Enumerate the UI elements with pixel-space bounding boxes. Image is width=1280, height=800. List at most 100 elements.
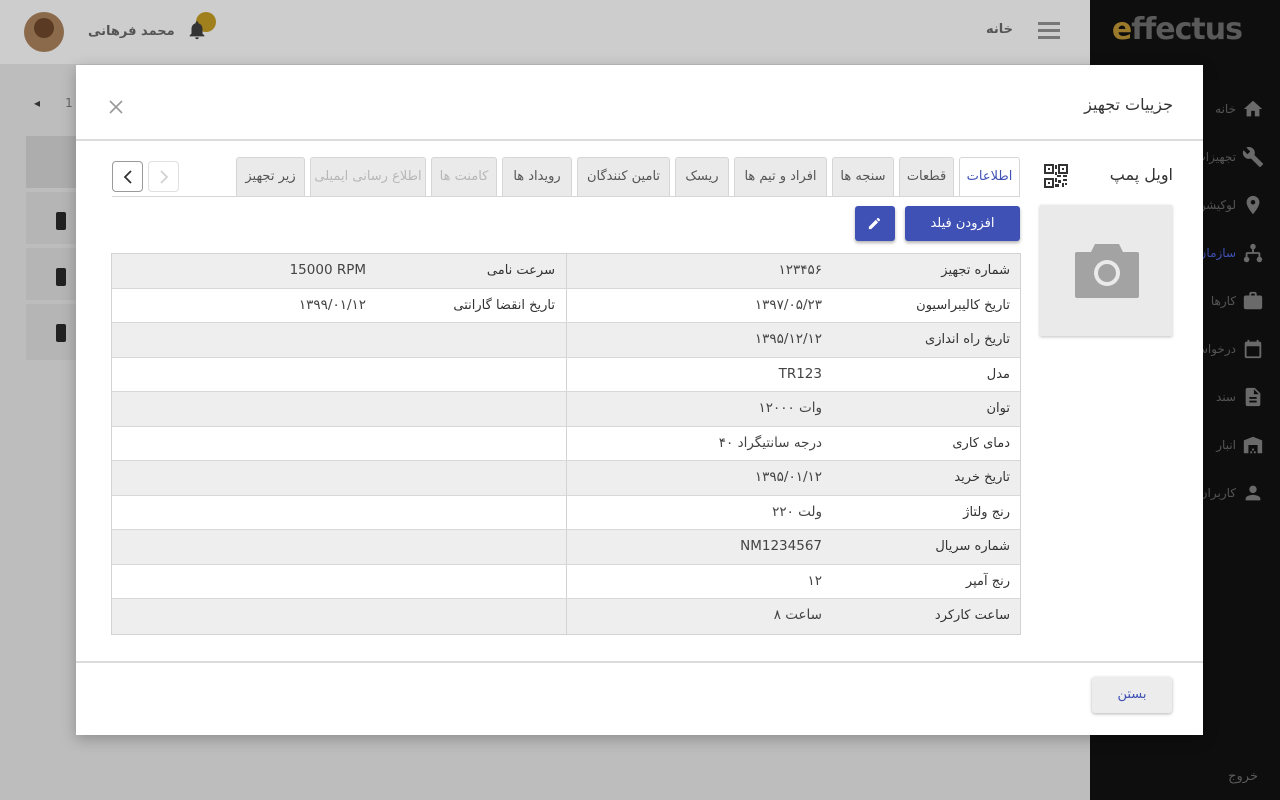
table-row: تاریخ خرید ۱۳۹۵/۰۱/۱۲ <box>112 461 1020 496</box>
sidebar-item-label[interactable]: خانه <box>1215 102 1236 116</box>
tab-parts[interactable]: قطعات <box>899 157 954 197</box>
sidebar-item-label[interactable]: انبار <box>1216 438 1236 452</box>
equipment-details-table: شماره تجهیز ۱۲۳۴۵۶ سرعت نامی 15000 RPM ت… <box>111 253 1021 635</box>
divider <box>76 139 1203 141</box>
sidebar-item-label[interactable]: کارها <box>1211 294 1236 308</box>
qr-code-icon[interactable] <box>1044 164 1068 188</box>
tabs-scroll-left-button[interactable] <box>112 161 143 192</box>
home-link[interactable]: خانه <box>986 22 1013 37</box>
column-divider <box>566 323 567 357</box>
column-divider <box>566 426 567 460</box>
bell-icon[interactable] <box>186 18 208 42</box>
divider <box>76 661 1203 663</box>
pencil-icon <box>868 217 881 230</box>
table-row: شماره تجهیز ۱۲۳۴۵۶ سرعت نامی 15000 RPM <box>112 254 1020 289</box>
table-row: رنج آمپر ۱۲ <box>112 564 1020 599</box>
pager-prev-button[interactable]: ◂ <box>26 92 48 114</box>
work-icon[interactable] <box>1242 290 1264 312</box>
field-value: NM1234567 <box>740 538 822 554</box>
warehouse-icon[interactable] <box>1242 434 1264 456</box>
tab-events[interactable]: رویداد ها <box>502 157 572 197</box>
field-label: رنج ولتاژ <box>963 504 1010 520</box>
tab-email-notifications: اطلاع رسانی ایمیلی <box>310 157 426 197</box>
tab-sub-equipment[interactable]: زیر تجهیز <box>236 157 305 197</box>
equipment-name: اویل پمپ <box>1109 165 1173 184</box>
field-value: ۱۲ <box>807 572 822 589</box>
table-row: دمای کاری ۴۰ درجه سانتیگراد <box>112 426 1020 461</box>
user-icon[interactable] <box>1242 482 1264 504</box>
field-value: ۱۲۰۰۰ وات <box>758 400 822 416</box>
column-divider <box>566 495 567 529</box>
avatar[interactable] <box>24 12 64 52</box>
table-row: رنج ولتاژ ۲۲۰ ولت <box>112 495 1020 530</box>
field-label: تاریخ انقضا گارانتی <box>453 297 555 313</box>
menu-icon[interactable] <box>1038 22 1060 40</box>
home-icon[interactable] <box>1242 98 1264 120</box>
table-row: ساعت کارکرد ۸ ساعت <box>112 599 1020 634</box>
phone-icon <box>56 212 66 230</box>
logout-link[interactable]: خروج <box>1228 769 1258 784</box>
sidebar-item-label[interactable]: کاربران <box>1199 486 1236 500</box>
field-label: شماره تجهیز <box>941 263 1010 278</box>
column-divider <box>566 530 567 564</box>
calendar-icon[interactable] <box>1242 338 1264 360</box>
column-divider <box>566 392 567 426</box>
tab-meters[interactable]: سنجه ها <box>832 157 894 197</box>
close-icon[interactable] <box>108 99 124 115</box>
table-row: تاریخ کالیبراسیون ۱۳۹۷/۰۵/۲۳ تاریخ انقضا… <box>112 288 1020 323</box>
field-value: ۱۳۹۵/۰۱/۱۲ <box>754 469 822 485</box>
column-divider <box>566 357 567 391</box>
hierarchy-icon[interactable] <box>1242 242 1264 264</box>
brand-logo[interactable]: effectus <box>1112 12 1243 47</box>
equipment-tabs: اطلاعات قطعات سنجه ها افراد و تیم ها ریس… <box>236 157 1020 197</box>
field-label: توان <box>986 401 1011 416</box>
phone-icon <box>56 268 66 286</box>
equipment-photo-placeholder[interactable] <box>1040 205 1172 336</box>
field-label: رنج آمپر <box>965 573 1010 589</box>
field-value: ۲۲۰ ولت <box>772 503 822 520</box>
column-divider <box>566 288 567 322</box>
table-row: توان ۱۲۰۰۰ وات <box>112 392 1020 427</box>
camera-icon <box>1075 244 1139 298</box>
field-label: تاریخ راه اندازی <box>925 332 1010 347</box>
wrench-icon[interactable] <box>1242 146 1264 168</box>
user-name[interactable]: محمد فرهانی <box>88 24 175 39</box>
field-value: ۴۰ درجه سانتیگراد <box>718 434 822 451</box>
tab-risk[interactable]: ریسک <box>675 157 729 197</box>
equipment-details-modal: جزییات تجهیز اویل پمپ اطلاعات قطعات سنجه… <box>76 65 1203 735</box>
modal-title: جزییات تجهیز <box>1084 95 1173 114</box>
sidebar-item-label[interactable]: سازمان <box>1198 246 1236 260</box>
field-label: تاریخ کالیبراسیون <box>916 297 1010 313</box>
document-icon[interactable] <box>1242 386 1264 408</box>
table-row: شماره سریال NM1234567 <box>112 530 1020 565</box>
field-value: ۱۳۹۹/۰۱/۱۲ <box>298 296 366 313</box>
tab-info[interactable]: اطلاعات <box>959 157 1020 197</box>
field-value: 15000 RPM <box>289 262 366 278</box>
sidebar-item-label[interactable]: سند <box>1216 390 1236 404</box>
column-divider <box>566 599 567 634</box>
column-divider <box>566 461 567 495</box>
field-value: ۸ ساعت <box>773 607 822 623</box>
field-value: TR123 <box>778 365 822 382</box>
field-value: ۱۳۹۵/۱۲/۱۲ <box>754 331 822 347</box>
location-pin-icon[interactable] <box>1242 194 1264 216</box>
field-label: تاریخ خرید <box>954 470 1010 485</box>
field-value: ۱۳۹۷/۰۵/۲۳ <box>754 296 822 313</box>
table-row: تاریخ راه اندازی ۱۳۹۵/۱۲/۱۲ <box>112 323 1020 358</box>
field-label: مدل <box>986 366 1010 382</box>
phone-icon <box>56 324 66 342</box>
close-button[interactable]: بستن <box>1092 677 1172 713</box>
edit-button[interactable] <box>855 206 895 241</box>
tab-comments: کامنت ها <box>431 157 497 197</box>
field-value: ۱۲۳۴۵۶ <box>778 262 822 278</box>
field-label: ساعت کارکرد <box>934 608 1010 623</box>
column-divider <box>566 564 567 598</box>
field-label: سرعت نامی <box>486 263 555 278</box>
table-row: مدل TR123 <box>112 357 1020 392</box>
add-field-button[interactable]: افزودن فیلد <box>905 206 1020 241</box>
tab-people-teams[interactable]: افراد و تیم ها <box>734 157 827 197</box>
tab-suppliers[interactable]: تامین کنندگان <box>577 157 670 197</box>
field-label: دمای کاری <box>952 435 1010 451</box>
column-divider <box>566 254 567 288</box>
tabs-scroll-right-button <box>148 161 179 192</box>
